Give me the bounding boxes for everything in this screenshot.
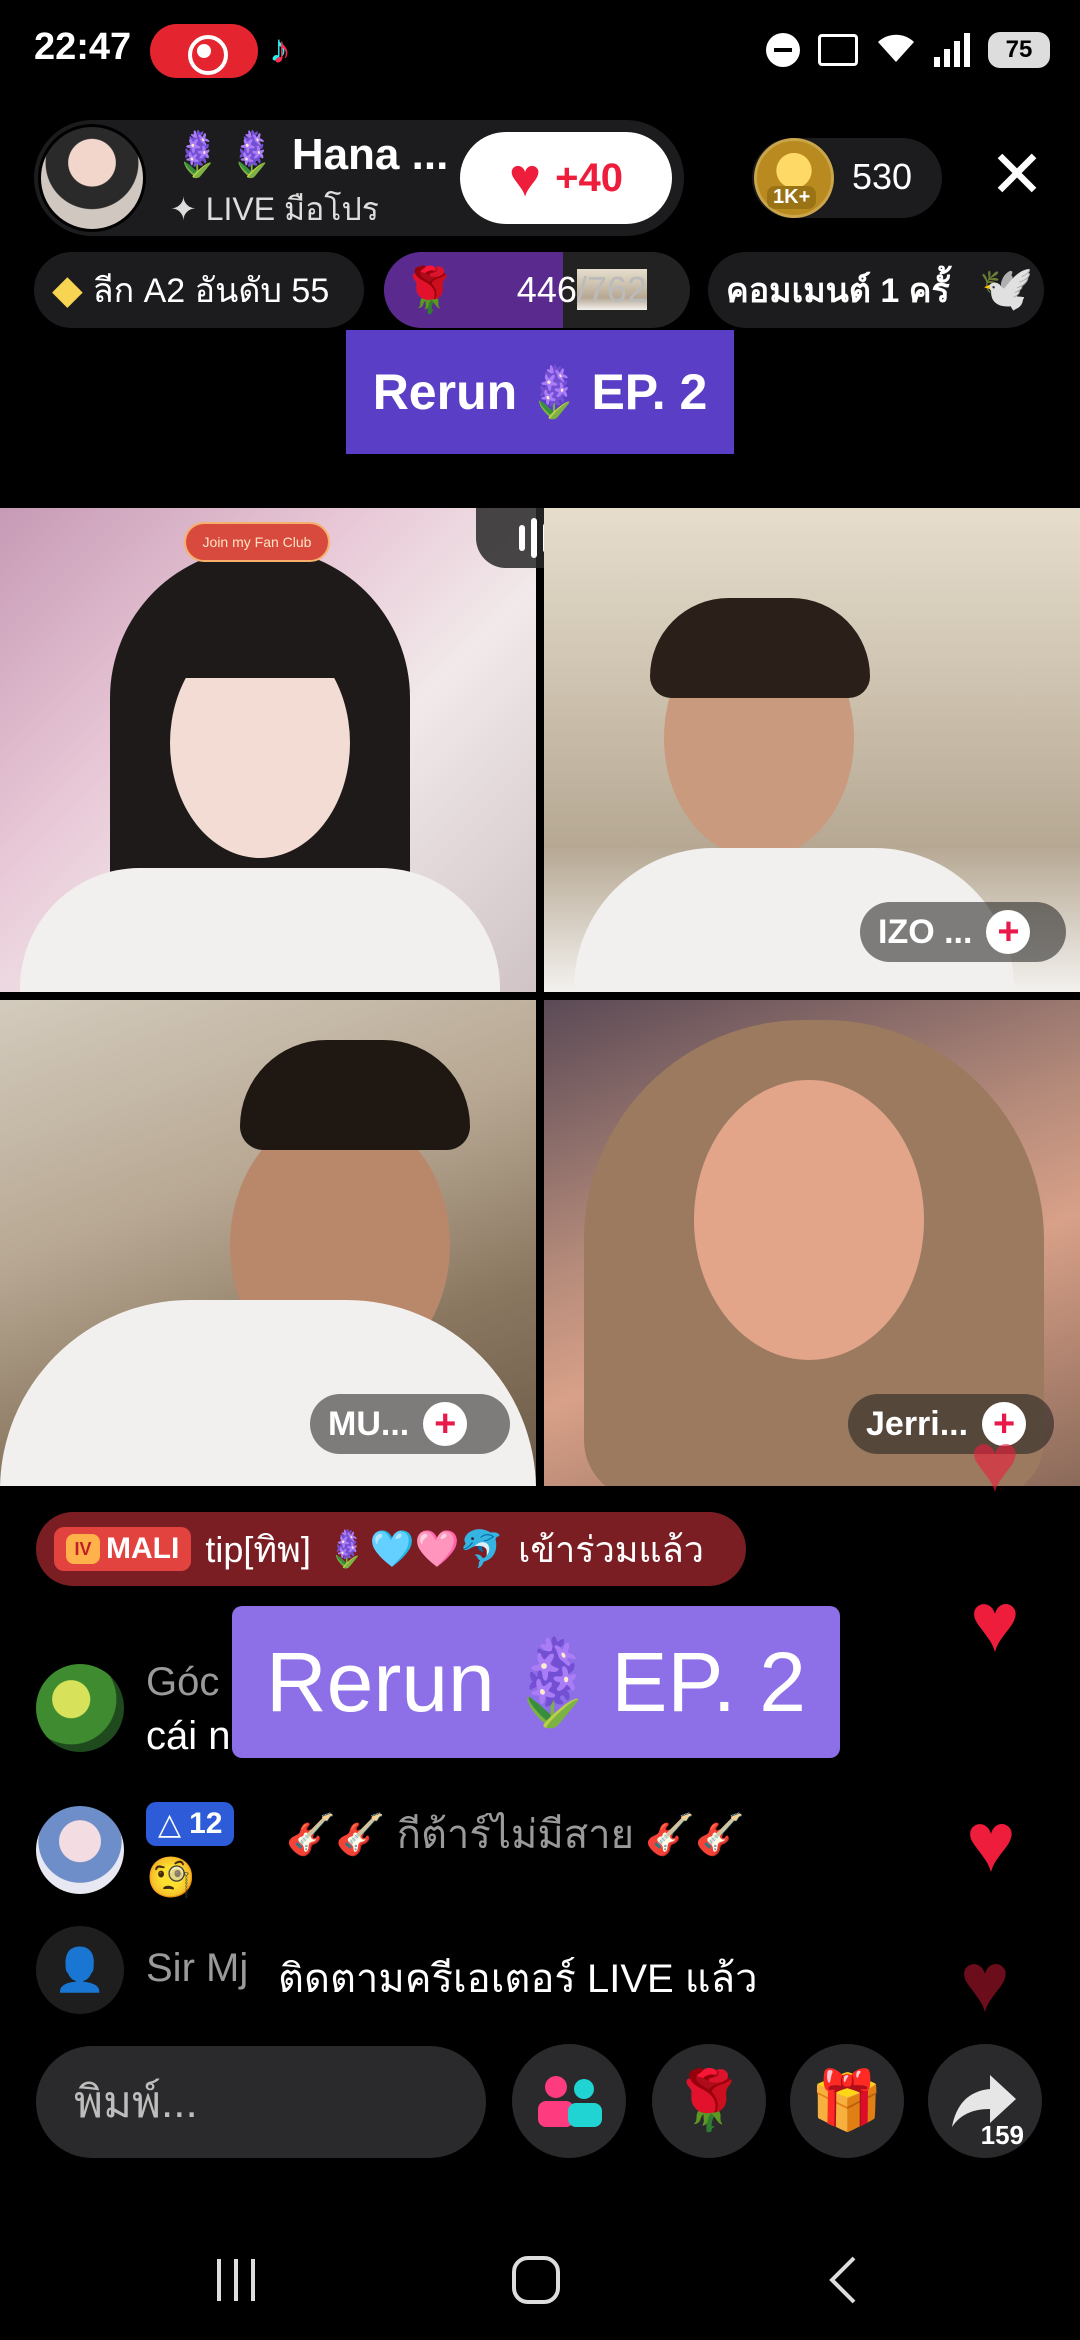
fan-badge: IV MALI	[54, 1527, 192, 1571]
wifi-icon	[876, 30, 916, 70]
viewer-badge: 1K+	[767, 186, 817, 209]
multi-guest-button[interactable]	[512, 2044, 626, 2158]
level-badge: △ 12	[146, 1802, 235, 1846]
guest-shirt	[0, 1300, 536, 1486]
host-name: 🪻🪻 Hana ...	[170, 130, 449, 179]
chat-username[interactable]: Góc	[146, 1660, 219, 1705]
rerun-label-top: Rerun 🪻 EP. 2	[346, 330, 734, 454]
league-chip[interactable]: ◆ ลีก A2 อันดับ 55	[34, 252, 364, 328]
viewer-count: 530	[852, 156, 913, 197]
guest-name-tag[interactable]: IZO ... +	[860, 902, 1066, 962]
guest-name-tag[interactable]: MU... +	[310, 1394, 510, 1454]
rose-progress-text: 446/762	[516, 269, 647, 310]
follow-text: ติดตามครีเอเตอร์ LIVE แล้ว	[278, 1957, 758, 2001]
share-button[interactable]: 159	[928, 2044, 1042, 2158]
guest-hair	[240, 1040, 470, 1150]
floating-hearts: ♥ ♥ ♥ ♥	[940, 1420, 1080, 2040]
back-icon[interactable]	[814, 2250, 874, 2310]
host-info[interactable]: 🪻🪻 Hana ... ✦ LIVE มือโปร ♥ +40	[34, 120, 684, 236]
heart-icon: ♥	[960, 1935, 1010, 2029]
comment-goal-chip[interactable]: คอมเมนต์ 1 ครั้ 🕊️	[708, 252, 1044, 328]
chat-avatar[interactable]	[36, 1664, 124, 1752]
comment-goal-label: คอมเมนต์ 1 ครั้	[726, 272, 950, 310]
viewer-count-pill[interactable]: 1K+ 530	[752, 138, 942, 218]
top-viewer-avatar[interactable]: 1K+	[754, 138, 834, 218]
follow-user-icon: 👤	[36, 1926, 124, 2014]
do-not-disturb-icon	[766, 33, 800, 67]
fan-club-badge[interactable]: Join my Fan Club	[184, 522, 330, 562]
recent-apps-icon[interactable]	[206, 2250, 266, 2310]
guest-face	[694, 1080, 924, 1360]
join-username: tip[ทิพ]	[205, 1528, 311, 1570]
signal-icon	[934, 33, 970, 67]
host-shirt	[20, 868, 500, 992]
hyacinth-icon: 🪻🪻	[170, 130, 280, 179]
diamond-icon: ◆	[52, 268, 83, 312]
status-bar: 22:47 ♪ 75	[0, 0, 1080, 100]
hyacinth-icon: 🪻	[523, 363, 586, 420]
screen-record-icon	[150, 24, 258, 78]
join-emojis: 🪻🩵🩷🐬	[324, 1528, 505, 1569]
follow-username: Sir Mj	[146, 1946, 249, 1990]
chat-text: cái n	[146, 1714, 231, 1758]
follow-plus-icon[interactable]: +	[423, 1402, 468, 1446]
close-icon[interactable]: ✕	[985, 141, 1049, 208]
like-button[interactable]: ♥ +40	[460, 132, 672, 224]
status-time: 22:47	[34, 26, 132, 68]
chat-avatar[interactable]	[36, 1806, 124, 1894]
comment-input[interactable]: พิมพ์...	[36, 2046, 486, 2158]
triangle-icon: △	[158, 1807, 182, 1841]
sparkle-icon: ✦	[170, 191, 197, 227]
guest-video-tile-izo[interactable]: IZO ... +	[544, 508, 1080, 992]
fan-level-icon: IV	[66, 1534, 100, 1564]
heart-icon: ♥	[966, 1795, 1016, 1889]
guest-video-tile-mu[interactable]: MU... +	[0, 1000, 536, 1486]
heart-icon: ♥	[509, 148, 542, 208]
home-icon[interactable]	[506, 2250, 566, 2310]
chat-message[interactable]: △ 12 🎸🎸 กีต้าร์ไม่มีสาย 🎸🎸 🧐	[36, 1802, 836, 1912]
tiktok-icon: ♪	[272, 30, 291, 72]
rose-goal-chip[interactable]: 🌹 446/762	[384, 252, 690, 328]
cast-icon	[818, 34, 858, 66]
like-count: +40	[555, 155, 623, 200]
join-notification: IV MALI tip[ทิพ] 🪻🩵🩷🐬 เข้าร่วมแล้ว	[36, 1512, 746, 1586]
host-avatar[interactable]	[38, 124, 146, 232]
heart-icon: ♥	[970, 1415, 1020, 1509]
host-video-tile[interactable]: Join my Fan Club	[0, 508, 536, 992]
join-action: เข้าร่วมแล้ว	[518, 1528, 705, 1570]
rerun-label-overlay: Rerun 🪻 EP. 2	[232, 1606, 840, 1758]
guest-hair	[650, 598, 870, 698]
league-label: ลีก A2 อันดับ 55	[92, 272, 330, 310]
dove-icon: 🕊️	[979, 264, 1034, 313]
rose-icon: 🌹	[672, 2068, 746, 2133]
rose-icon: 🌹	[402, 266, 457, 315]
chat-text-emoji: 🧐	[146, 1856, 196, 1900]
share-count: 159	[980, 2120, 1024, 2150]
battery-icon: 75	[988, 32, 1050, 68]
follow-plus-icon[interactable]: +	[986, 910, 1031, 954]
hyacinth-icon: 🪻	[500, 1634, 606, 1729]
follow-notification: 👤 Sir Mj ติดตามครีเอเตอร์ LIVE แล้ว	[36, 1926, 856, 2016]
host-subtitle: ✦ LIVE มือโปร	[170, 191, 379, 227]
gift-icon: 🎁	[810, 2068, 884, 2133]
chat-text: 🎸🎸 กีต้าร์ไม่มีสาย 🎸🎸	[286, 1813, 745, 1857]
heart-icon: ♥	[970, 1575, 1020, 1669]
guest-video-tile-jerri[interactable]: Jerri... +	[544, 1000, 1080, 1486]
system-nav-bar	[0, 2220, 1080, 2340]
gift-button[interactable]: 🎁	[790, 2044, 904, 2158]
multi-guest-grid: Join my Fan Club IZO ... + MU... + Jerri…	[0, 508, 1080, 1486]
rose-gift-button[interactable]: 🌹	[652, 2044, 766, 2158]
guests-icon	[538, 2076, 602, 2127]
